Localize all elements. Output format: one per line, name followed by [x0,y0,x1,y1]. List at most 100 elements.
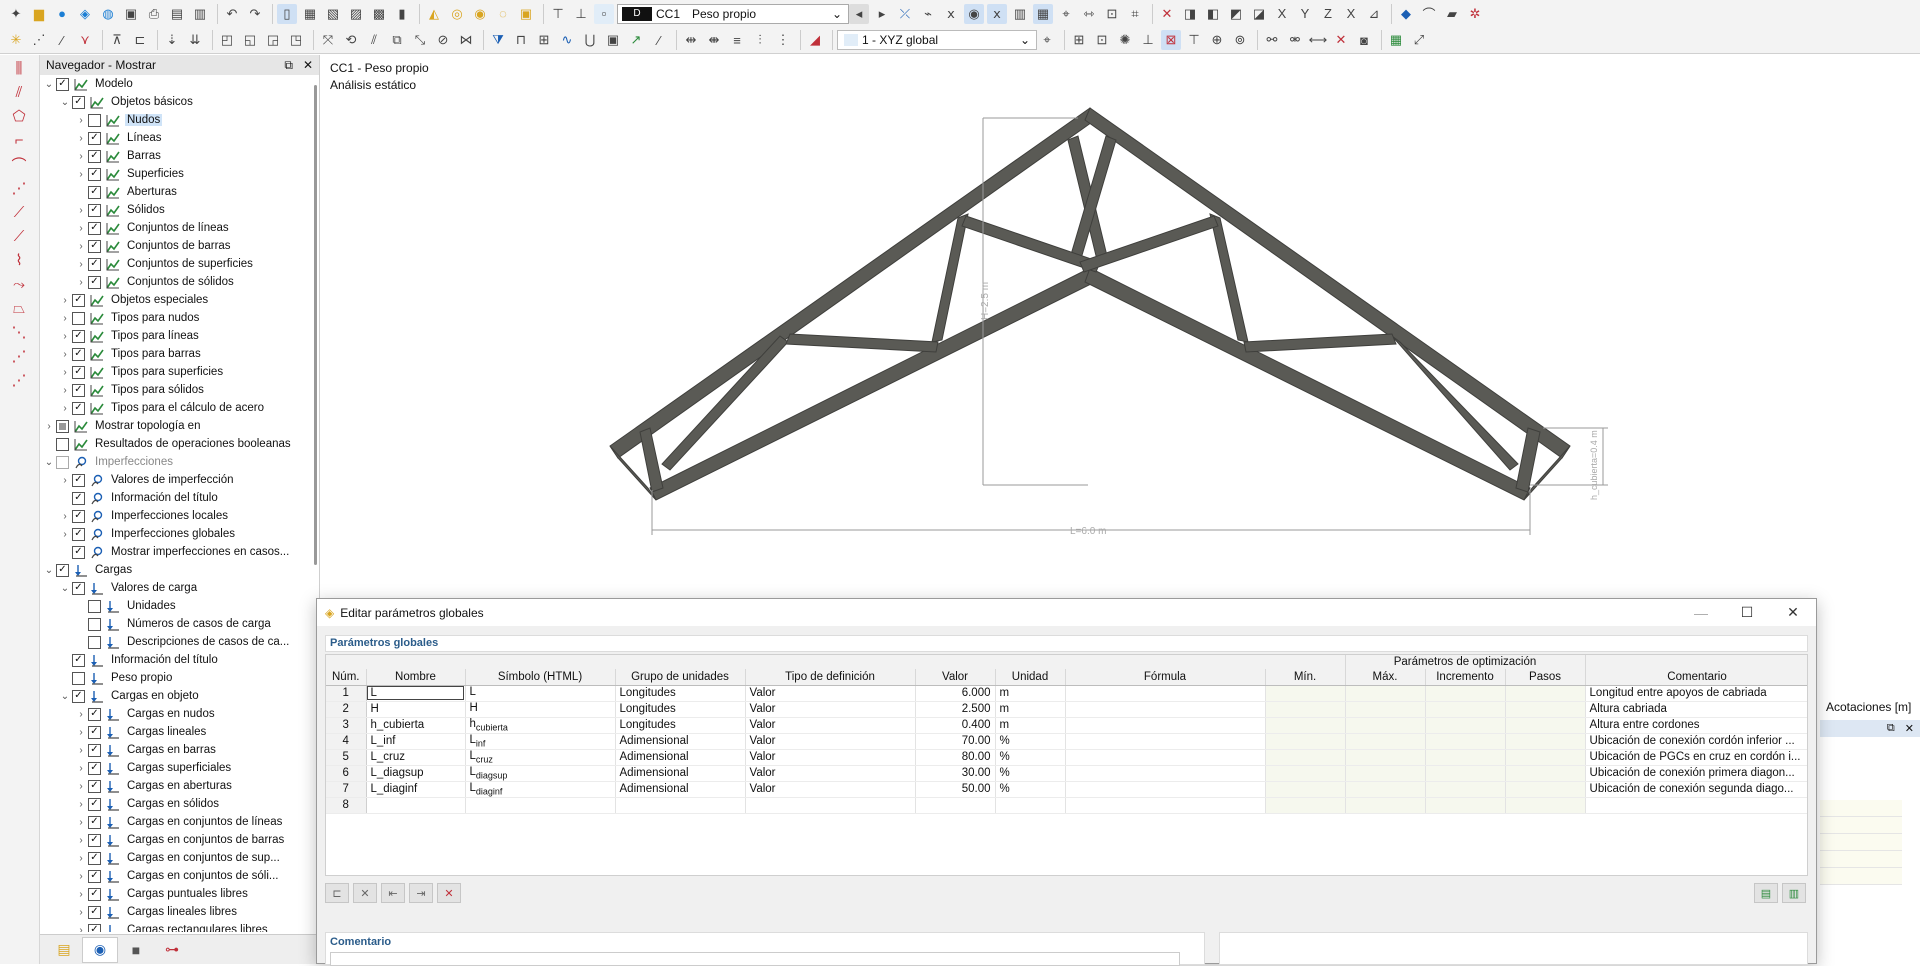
visibility-checkbox[interactable] [72,347,85,361]
pin-icon[interactable]: ⧉ [1887,722,1895,735]
curve-tool-icon[interactable]: ⌒ [6,153,32,175]
tree-item[interactable]: › Cargas en barras [40,741,319,759]
chevron-right-icon[interactable]: › [74,169,88,180]
formula-cell[interactable] [1065,701,1266,718]
visibility-checkbox[interactable] [88,239,101,253]
visibility-checkbox[interactable] [88,923,101,932]
tree-item[interactable]: › Cargas rectangulares libres [40,921,319,932]
chevron-right-icon[interactable]: › [74,907,88,918]
surface-icon[interactable]: ▰ [1442,4,1462,24]
steps-cell[interactable] [1505,765,1586,782]
column-header[interactable]: Comentario [1585,669,1807,686]
visibility-checkbox[interactable] [88,833,101,847]
definition-type-cell[interactable]: Valor [745,717,916,734]
visibility-checkbox[interactable] [72,311,85,325]
tree-item[interactable]: › Tipos para nudos [40,309,319,327]
support-icon[interactable]: ⊼ [107,30,127,50]
visibility-checkbox[interactable] [88,131,101,145]
definition-type-cell[interactable] [745,797,916,814]
grid-icon[interactable]: ▦ [1033,3,1053,24]
active-snap-icon[interactable]: ⊠ [1161,30,1181,50]
arrange-icon[interactable]: ⋮ [773,30,793,50]
tracking-icon[interactable]: ⊤ [1184,30,1204,50]
visibility-checkbox[interactable] [88,905,101,919]
tree-item[interactable]: › Cargas en conjuntos de sóli... [40,867,319,885]
cloud-icon[interactable]: ● [52,4,72,24]
grid-snap-icon[interactable]: ⊞ [1069,30,1089,50]
tree-item[interactable]: Mostrar imperfecciones en casos... [40,543,319,561]
column-header[interactable]: Incremento [1425,669,1506,686]
tree-item[interactable]: › Cargas en aberturas [40,777,319,795]
level-icon[interactable]: ⫶ [750,30,770,50]
select-filter-icon[interactable]: ◳ [286,30,306,50]
select-window-icon[interactable]: ◲ [263,30,283,50]
ortho-icon[interactable]: ⊥ [1138,30,1158,50]
dimension-icon[interactable]: ⇿ [1079,4,1099,24]
symbol-cell[interactable]: Linf [465,733,616,750]
load-case-selector[interactable]: D CC1 Peso propio ⌄ [617,3,849,24]
min-cell[interactable] [1265,733,1346,750]
arc-tool-icon[interactable]: ⌐ [6,129,32,151]
column-header[interactable]: Máx. [1345,669,1426,686]
visibility-checkbox[interactable] [72,401,85,415]
clear-icon[interactable]: ✕ [437,883,461,903]
table-row[interactable]: 2 H H Longitudes Valor 2.500 m Altura cabriada [326,701,1807,718]
front-view-icon[interactable]: ◧ [1203,4,1223,24]
visibility-checkbox[interactable] [72,689,85,703]
export-icon[interactable]: ▥ [1782,883,1806,903]
new-model-icon[interactable]: ✦ [6,4,26,24]
segment-tool-icon[interactable]: ⟋ [6,225,32,247]
chevron-down-icon[interactable]: ⌄ [58,691,72,702]
tree-item[interactable]: ⌄ Cargas en objeto [40,687,319,705]
stack-icon[interactable]: ≡ [727,30,747,50]
connect-icon[interactable]: ⋈ [456,30,476,50]
redo-icon[interactable]: ↷ [245,4,265,24]
visibility-checkbox[interactable] [72,527,85,541]
visibility-checkbox[interactable] [72,545,85,559]
value-cell[interactable]: 30.00 [915,765,996,782]
truss-members[interactable] [609,107,1571,501]
chevron-down-icon[interactable]: ⌄ [42,565,56,576]
top-chord-right[interactable] [1084,107,1571,459]
column-header[interactable]: Nombre [366,669,466,686]
show-tree-icon[interactable]: ⊤ [548,4,568,24]
table-row[interactable]: 6 L_diagsup Ldiagsup Adimensional Valor 30.00… [326,765,1807,782]
max-cell[interactable] [1345,717,1426,734]
column-header[interactable]: Núm. [326,669,367,686]
side-view-icon[interactable]: ◩ [1226,4,1246,24]
tree-item[interactable]: › Cargas lineales [40,723,319,741]
surface-tool-icon[interactable]: ⏢ [6,297,32,319]
close-icon[interactable]: ✕ [1905,722,1914,735]
visibility-checkbox[interactable] [72,581,85,595]
comment-cell[interactable]: Ubicación de conexión segunda diago... [1585,781,1807,798]
import-icon[interactable]: ▤ [1754,883,1778,903]
horizontal-tie-left[interactable] [785,333,939,353]
tree-item[interactable]: › Cargas lineales libres [40,903,319,921]
chevron-right-icon[interactable]: › [74,205,88,216]
parameter-name-cell[interactable]: L [366,685,466,702]
max-cell[interactable] [1345,733,1426,750]
workplane-icon[interactable]: ⌗ [1125,4,1145,24]
steps-cell[interactable] [1505,781,1586,798]
chevron-right-icon[interactable]: › [74,925,88,933]
member-tool-icon[interactable]: ⫼ [6,57,32,79]
steps-cell[interactable] [1505,701,1586,718]
tree-item[interactable]: › Valores de imperfección [40,471,319,489]
max-cell[interactable] [1345,749,1426,766]
views-tab-icon[interactable]: ■ [118,937,154,963]
axis-icon[interactable]: ⤢ [1409,30,1429,50]
tree-item[interactable]: › Cargas en sólidos [40,795,319,813]
view-icon[interactable]: ▥ [1010,4,1030,24]
chevron-right-icon[interactable]: › [58,313,72,324]
visibility-icon[interactable]: ◉ [964,3,984,24]
calculator-icon[interactable]: ▮ [392,4,412,24]
chevron-right-icon[interactable]: › [74,133,88,144]
chevron-down-icon[interactable]: ⌄ [58,97,72,108]
max-cell[interactable] [1345,797,1426,814]
max-cell[interactable] [1345,781,1426,798]
visibility-checkbox[interactable] [88,707,101,721]
calculate-all-icon[interactable]: ◎ [447,4,467,24]
previous-load-case-icon[interactable]: ◂ [849,3,869,24]
increment-cell[interactable] [1425,685,1506,702]
min-cell[interactable] [1265,749,1346,766]
